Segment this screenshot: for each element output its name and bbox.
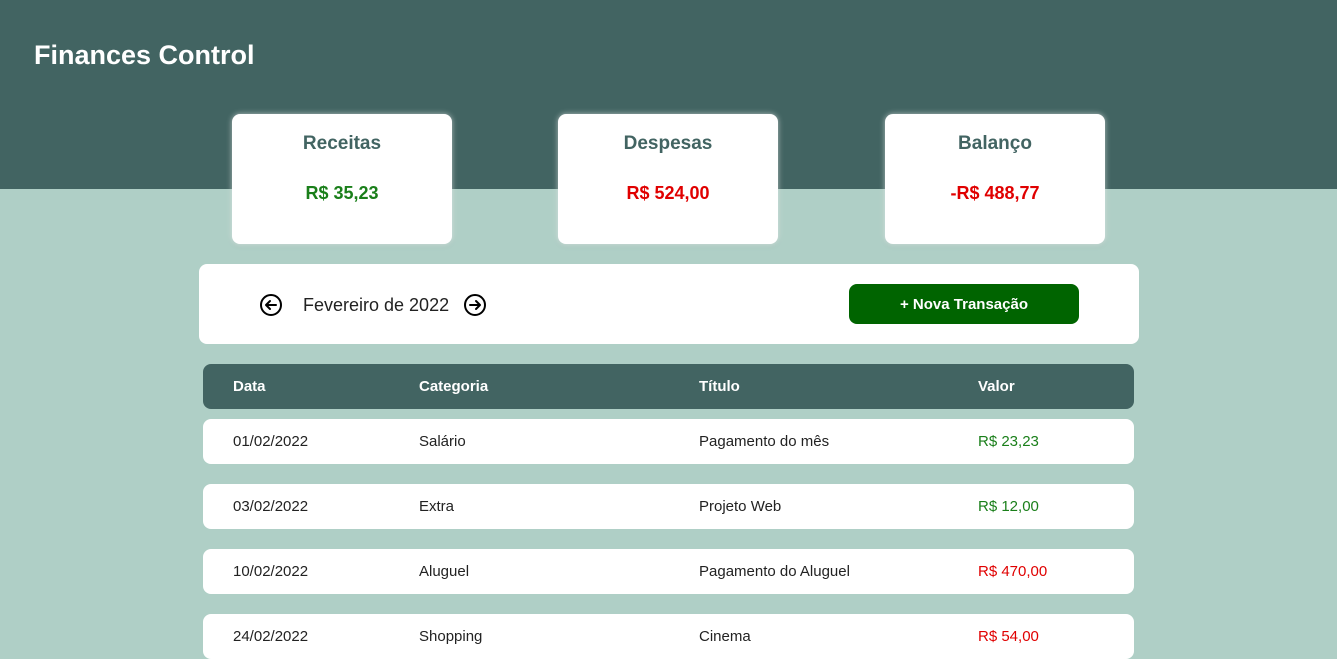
balance-card: Balanço -R$ 488,77 (885, 114, 1105, 244)
row-category: Aluguel (419, 563, 470, 580)
current-month: Fevereiro de 2022 (303, 295, 450, 315)
expenses-value: R$ 524,00 (626, 183, 710, 203)
income-value: R$ 35,23 (305, 183, 379, 203)
expenses-label: Despesas (623, 133, 713, 154)
header-date: Data (233, 378, 266, 395)
row-title: Pagamento do mês (699, 433, 830, 450)
row-title: Cinema (699, 628, 751, 645)
header-title: Título (699, 378, 740, 395)
row-title: Projeto Web (699, 498, 782, 515)
row-value: R$ 12,00 (978, 498, 1039, 515)
income-label: Receitas (302, 133, 382, 154)
new-transaction-button[interactable]: + Nova Transação (849, 284, 1079, 324)
balance-label: Balanço (958, 133, 1032, 154)
arrow-right-circle-icon[interactable] (463, 293, 487, 317)
row-category: Extra (419, 498, 455, 515)
table-row[interactable]: 01/02/2022 Salário Pagamento do mês R$ 2… (203, 419, 1134, 464)
expenses-card: Despesas R$ 524,00 (558, 114, 778, 244)
row-value: R$ 23,23 (978, 433, 1039, 450)
arrow-left-circle-icon[interactable] (259, 293, 283, 317)
row-date: 10/02/2022 (233, 563, 309, 580)
table-row[interactable]: 24/02/2022 Shopping Cinema R$ 54,00 (203, 614, 1134, 659)
header-value: Valor (978, 378, 1015, 395)
row-date: 24/02/2022 (233, 628, 309, 645)
table-row[interactable]: 10/02/2022 Aluguel Pagamento do Aluguel … (203, 549, 1134, 594)
table-row[interactable]: 03/02/2022 Extra Projeto Web R$ 12,00 (203, 484, 1134, 529)
row-title: Pagamento do Aluguel (699, 563, 850, 580)
row-category: Shopping (419, 628, 483, 645)
month-toolbar: Fevereiro de 2022 + Nova Transação (199, 264, 1139, 344)
header-category: Categoria (419, 378, 489, 395)
balance-value: -R$ 488,77 (950, 183, 1040, 203)
row-category: Salário (419, 433, 466, 450)
row-date: 03/02/2022 (233, 498, 309, 515)
income-card: Receitas R$ 35,23 (232, 114, 452, 244)
row-date: 01/02/2022 (233, 433, 309, 450)
app-title: Finances Control (34, 40, 255, 70)
row-value: R$ 54,00 (978, 628, 1039, 645)
row-value: R$ 470,00 (978, 563, 1048, 580)
table-header: Data Categoria Título Valor (203, 364, 1134, 409)
